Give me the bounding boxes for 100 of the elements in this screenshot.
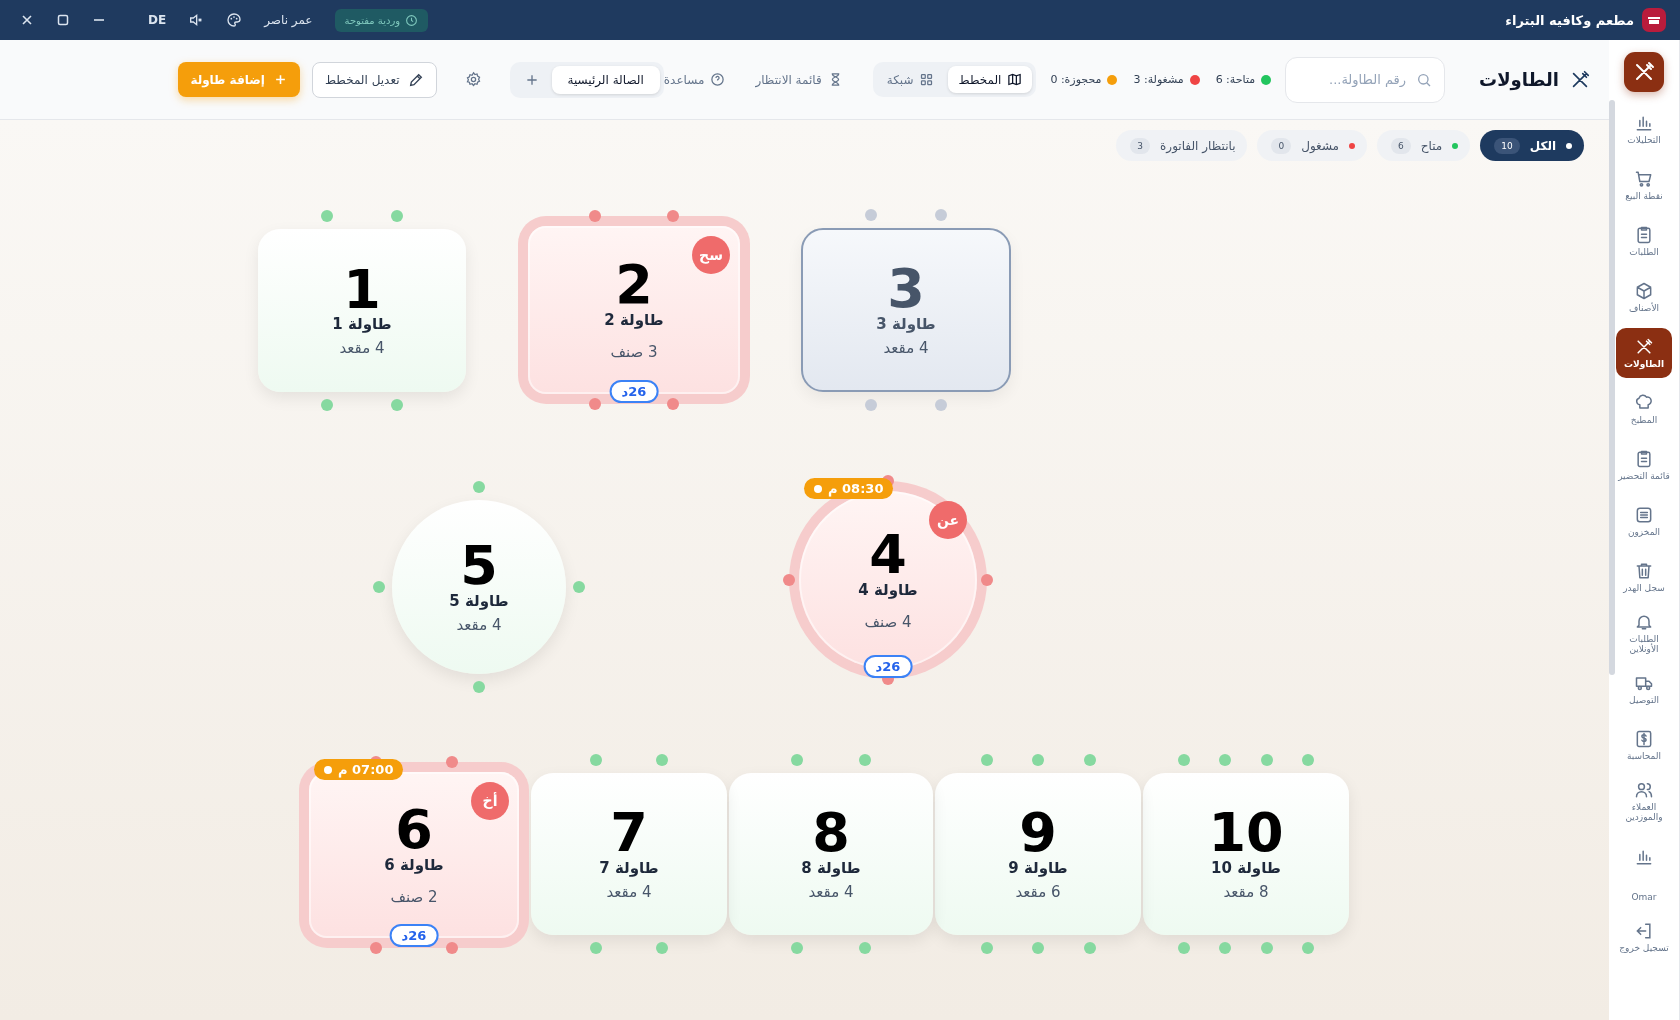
clipboard-icon [1634, 448, 1654, 469]
chair-icon [1219, 942, 1232, 954]
table-number: 2 [615, 259, 653, 311]
table-detail: 2 صنف [390, 887, 438, 906]
close-icon[interactable] [20, 13, 34, 27]
table-number: 8 [812, 807, 850, 859]
chair-icon [980, 942, 993, 954]
table-detail: 4 مقعد [808, 882, 854, 901]
filter-label: مشغول [1301, 138, 1340, 153]
logout-button[interactable]: تسجيل خروج [1616, 912, 1672, 962]
map-icon [1007, 72, 1023, 87]
table-name: طاولة 4 [858, 580, 918, 599]
sidebar-item[interactable]: المخزون [1616, 496, 1672, 546]
box-icon [1634, 280, 1654, 301]
chair-icon [980, 754, 993, 766]
search-field[interactable]: رقم الطاولة... [1285, 56, 1446, 103]
legend-label: محجوزة: 0 [1050, 73, 1102, 86]
table-detail: 4 مقعد [883, 338, 929, 357]
reservation-badge: 07:00 م [314, 759, 404, 780]
table-detail: 4 صنف [864, 612, 912, 631]
sidebar-item[interactable]: قائمة التحضير [1616, 440, 1672, 490]
language-button[interactable]: DE [148, 13, 167, 27]
floor-tab[interactable]: الصالة الرئيسية [551, 65, 660, 94]
sidebar-item[interactable]: نقطة البيع [1616, 160, 1672, 210]
table-number: 4 [869, 529, 907, 581]
chair-icon [1032, 942, 1044, 954]
table-name: طاولة 2 [604, 310, 664, 329]
table-name: طاولة 5 [449, 591, 509, 610]
sidebar-label: المطبخ [1630, 414, 1658, 426]
chair-icon [1260, 754, 1273, 766]
table-detail: 6 مقعد [1015, 882, 1061, 901]
sidebar-item[interactable]: التحليلات [1616, 104, 1672, 154]
sidebar-item[interactable]: العملاء والموزدين [1616, 776, 1672, 826]
sidebar-label: نقطة البيع [1625, 190, 1663, 202]
sidebar-item[interactable]: الطلبات [1616, 216, 1672, 266]
table-detail: 4 مقعد [456, 615, 502, 634]
edit-layout-button[interactable]: تعديل المخطط [311, 61, 437, 98]
table-name: طاولة 6 [384, 855, 444, 874]
table-number: 1 [343, 263, 381, 316]
filter-label: بانتظار الفاتورة [1160, 138, 1236, 153]
duration-badge: 26د [609, 380, 659, 403]
sidebar-item[interactable]: الطاولات [1616, 328, 1672, 378]
chair-icon [1260, 942, 1273, 954]
pencil-icon [407, 71, 424, 88]
chair-icon [655, 942, 668, 954]
chair-icon [1083, 754, 1096, 766]
chair-icon [446, 756, 459, 768]
sidebar-item[interactable]: المطبخ [1616, 384, 1672, 434]
sidebar-label: الطلبات الأونلاين [1628, 633, 1660, 655]
sidebar-label: المخزون [1627, 526, 1661, 538]
scrollbar-thumb[interactable] [1609, 100, 1615, 675]
chair-icon [473, 681, 485, 693]
table-number: 3 [887, 263, 925, 315]
chair-icon [859, 754, 871, 766]
chair-icon [589, 210, 602, 222]
count-badge: 3 [1130, 137, 1151, 154]
chair-icon [590, 754, 603, 766]
chair-icon [1178, 942, 1191, 954]
sidebar-item[interactable]: الأصناف [1616, 272, 1672, 322]
chair-icon [935, 399, 947, 411]
settings-icon[interactable] [464, 71, 482, 88]
view-tab[interactable]: شبكة [876, 66, 945, 93]
filter-label: متاح [1420, 138, 1443, 153]
app-logo[interactable] [1624, 52, 1664, 92]
user-name: Omar [1631, 892, 1657, 902]
app-name: مطعم وكافيه البتراء [1505, 12, 1634, 28]
table-number: 5 [460, 540, 498, 592]
sidebar-item[interactable]: التوصيل [1616, 664, 1672, 714]
help-button[interactable]: مساعدة [663, 72, 726, 87]
chair-icon [791, 942, 803, 954]
waitlist-button[interactable]: قائمة الانتظار [755, 72, 843, 87]
user-name[interactable]: عمر ناصر [264, 13, 313, 27]
count-badge: 0 [1271, 137, 1292, 154]
chair-icon [573, 581, 585, 593]
chair-icon [865, 209, 877, 221]
table-name: طاولة 8 [801, 858, 861, 877]
table-name: طاولة 10 [1211, 858, 1281, 877]
sidebar-item[interactable]: سجل الهدر [1616, 552, 1672, 602]
chair-icon [655, 754, 668, 766]
table-detail: 4 مقعد [339, 339, 385, 358]
palette-icon[interactable] [226, 12, 243, 28]
table-name: طاولة 9 [1008, 858, 1068, 877]
chair-icon [1032, 754, 1044, 766]
legend-label: متاحة: 6 [1215, 73, 1256, 86]
table-detail: 4 مقعد [606, 882, 652, 901]
duration-badge: 26د [389, 924, 439, 947]
sidebar-label: قائمة التحضير [1618, 470, 1670, 482]
dollar-icon [1634, 728, 1654, 749]
chair-icon [390, 399, 403, 411]
sidebar-label: الطلبات [1629, 246, 1659, 258]
help-icon [710, 72, 726, 87]
view-tab[interactable]: المخطط [948, 66, 1033, 93]
table-detail: 8 مقعد [1223, 882, 1269, 901]
chair-icon [935, 209, 947, 221]
sidebar-item[interactable]: الطلبات الأونلاين [1616, 608, 1672, 658]
chair-icon [791, 754, 803, 766]
chair-icon [666, 210, 679, 222]
maximize-icon[interactable] [56, 13, 70, 27]
chair-icon [1083, 942, 1096, 954]
sidebar-item[interactable]: المحاسبة [1616, 720, 1672, 770]
